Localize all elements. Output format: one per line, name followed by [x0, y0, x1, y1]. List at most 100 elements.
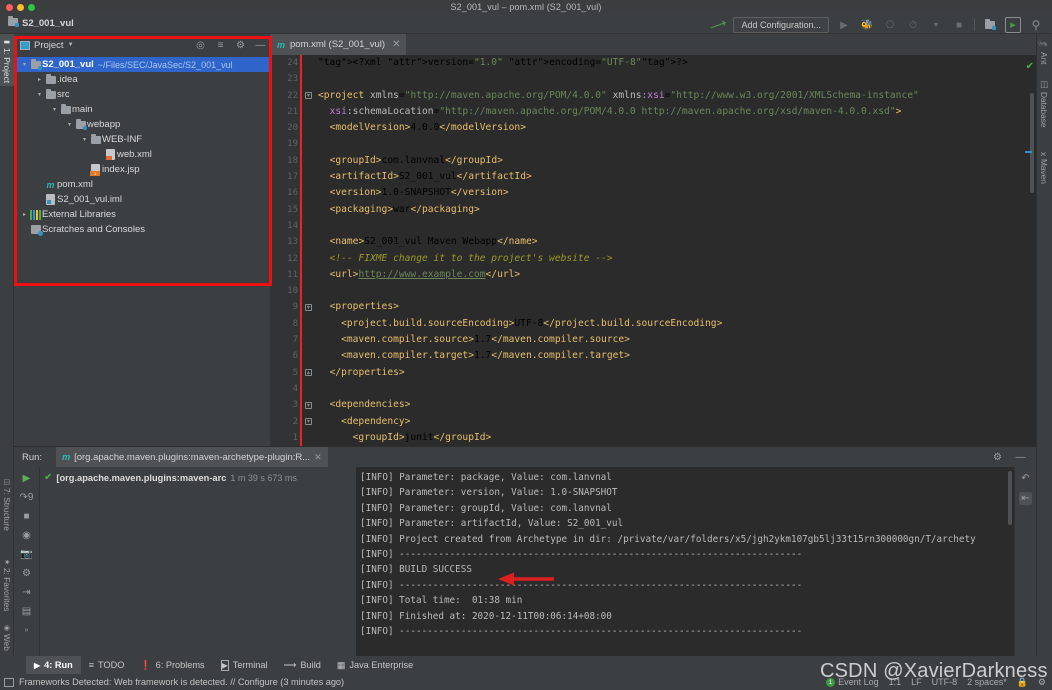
toggle-tasks-icon[interactable]: ◉ — [22, 529, 31, 541]
scratches-icon — [29, 225, 43, 236]
git-branch-icon[interactable]: ⚙ — [1038, 677, 1046, 688]
bottom-tab-todo[interactable]: ≡ TODO — [81, 656, 133, 674]
bottom-tab-terminal[interactable]: ▶ Terminal — [213, 656, 276, 674]
event-log-button[interactable]: 1 Event Log — [826, 677, 879, 687]
collapse-all-icon[interactable]: ≡ — [215, 40, 226, 51]
disclosure-triangle-icon[interactable]: ▸ — [20, 211, 29, 218]
chevron-down-icon[interactable]: ▼ — [928, 17, 944, 33]
bottom-tab-build[interactable]: ⟶ Build — [276, 656, 329, 674]
profiler-icon[interactable]: ⏱ — [905, 17, 921, 33]
sidebar-item-database[interactable]: ◫ Database — [1036, 76, 1052, 131]
xml-file-icon — [104, 149, 117, 160]
disclosure-triangle-icon[interactable]: ▸ — [35, 76, 44, 83]
tree-item-src[interactable]: ▾ src — [14, 87, 270, 102]
line-number: 3 — [292, 400, 298, 411]
status-message[interactable]: Frameworks Detected: Web framework is de… — [19, 677, 344, 687]
tree-item-s2-001-vul-iml[interactable]: S2_001_vul.iml — [14, 192, 270, 207]
close-icon[interactable]: ✕ — [314, 452, 322, 463]
line-separator[interactable]: LF — [911, 677, 922, 687]
sidebar-item-web[interactable]: ◉ Web — [0, 620, 14, 654]
scroll-to-end-icon[interactable]: ⇤ — [1019, 492, 1032, 505]
rerun-failed-icon[interactable]: ↷9 — [20, 491, 34, 503]
bottom-tab-label: 4: Run — [44, 660, 73, 670]
tree-item-s2-001-vul[interactable]: ▾ S2_001_vul ~/Files/SEC/JavaSec/S2_001_vu… — [14, 57, 270, 72]
caret-position[interactable]: 1:1 — [889, 677, 902, 687]
gear-icon[interactable]: ⚙ — [235, 40, 246, 51]
bottom-tab-problems[interactable]: ❗ 6: Problems — [132, 656, 212, 674]
run-tab[interactable]: m [org.apache.maven.plugins:maven-archet… — [56, 447, 328, 467]
tree-item-main[interactable]: ▾ main — [14, 102, 270, 117]
run-icon[interactable]: ▶ — [836, 17, 852, 33]
chevron-down-icon[interactable]: ▼ — [68, 42, 74, 48]
tree-item-webapp[interactable]: ▾ webapp — [14, 117, 270, 132]
editor-scrollbar-thumb[interactable] — [1030, 93, 1034, 193]
sidebar-item-favorites[interactable]: ★ 2: Favorites — [0, 554, 14, 614]
updating-project-icon[interactable] — [982, 17, 998, 33]
hide-icon[interactable]: — — [255, 40, 266, 51]
file-encoding[interactable]: UTF-8 — [932, 677, 958, 687]
bottom-tab-label: 6: Problems — [155, 660, 205, 670]
bottom-tab-java-enterprise[interactable]: ▦ Java Enterprise — [329, 656, 421, 674]
disclosure-triangle-icon[interactable]: ▾ — [65, 121, 74, 128]
add-configuration-button[interactable]: Add Configuration... — [733, 17, 829, 33]
gear-icon[interactable]: ⚙ — [992, 452, 1003, 463]
fold-marker-icon[interactable]: ▴ — [305, 369, 312, 376]
disclosure-triangle-icon[interactable]: ▾ — [35, 91, 44, 98]
fold-marker-icon[interactable]: ▾ — [305, 304, 312, 311]
sidebar-item-structure[interactable]: ◫ 7: Structure — [0, 474, 14, 534]
console-scrollbar-thumb[interactable] — [1008, 471, 1012, 525]
disclosure-triangle-icon[interactable]: ▾ — [20, 61, 29, 68]
hide-icon[interactable]: — — [1015, 452, 1026, 463]
code-editor[interactable]: 24 23 22 21 20 19 18 17 16 15 14 13 12 11 10 9 8 7 6 5 4 3 2 1 … — [270, 55, 1036, 446]
soft-wrap-icon[interactable]: ↶ — [1021, 473, 1029, 484]
tab-pom-xml[interactable]: m pom.xml (S2_001_vul) ✕ — [270, 34, 407, 55]
run-tree-node[interactable]: ✔ [org.apache.maven.plugins:maven-arc 1 … — [40, 470, 356, 485]
rerun-icon[interactable]: ▶ — [23, 472, 31, 484]
tree-item-pom-xml[interactable]: m pom.xml — [14, 177, 270, 192]
fold-marker-icon[interactable]: ▾ — [305, 418, 312, 425]
sidebar-item-project[interactable]: ▮ 1: Project — [0, 34, 14, 87]
export-icon[interactable]: ⇥ — [22, 586, 30, 598]
tree-item-web-inf[interactable]: ▾ WEB-INF — [14, 132, 270, 147]
fold-marker-icon[interactable]: ▾ — [305, 92, 312, 99]
run-tree[interactable]: ✔ [org.apache.maven.plugins:maven-arc 1 … — [40, 467, 356, 657]
lock-icon[interactable]: 🔒 — [1017, 677, 1028, 688]
terminal-icon[interactable]: ▶ — [1005, 17, 1021, 33]
locate-in-tree-icon[interactable]: ◎ — [195, 40, 206, 51]
project-window-title-group[interactable]: Project ▼ — [20, 40, 74, 51]
java-enterprise-icon: ▦ — [336, 659, 346, 670]
bottom-tab-run[interactable]: ▶ 4: Run — [26, 656, 81, 674]
expand-icon[interactable]: ▤ — [22, 605, 31, 617]
tree-item-web-xml[interactable]: web.xml — [14, 147, 270, 162]
stop-icon[interactable]: ■ — [23, 510, 29, 522]
project-tree[interactable]: ▾ S2_001_vul ~/Files/SEC/JavaSec/S2_001_vu… — [14, 56, 270, 446]
run-with-coverage-icon[interactable]: ⎔ — [882, 17, 898, 33]
search-everywhere-icon[interactable]: ⚲ — [1028, 17, 1044, 33]
tree-item-scratches-and-consoles[interactable]: Scratches and Consoles — [14, 222, 270, 237]
inspection-ok-icon[interactable]: ✔ — [1026, 61, 1034, 72]
ant-icon: 🐜 — [1039, 39, 1049, 50]
show-hide-toolwindow-icon[interactable] — [4, 677, 14, 687]
console-output[interactable]: [INFO] Parameter: package, Value: com.la… — [356, 467, 1014, 657]
code-text[interactable]: "tag"><?xml "attr">version="1.0" "attr">… — [314, 55, 1036, 446]
build-hammer-icon[interactable]: ⟶ — [708, 15, 729, 36]
tree-item--idea[interactable]: ▸ .idea — [14, 72, 270, 87]
jump-to-source-icon[interactable]: ⚙ — [22, 567, 31, 579]
code-folding-column[interactable]: ▾ ▾ ▴ ▾ ▾ — [302, 55, 314, 446]
close-icon[interactable]: ✕ — [392, 39, 400, 50]
tree-item-external-libraries[interactable]: ▸ External Libraries — [14, 207, 270, 222]
indent-setting[interactable]: 2 spaces* — [967, 677, 1007, 687]
fold-marker-icon[interactable]: ▾ — [305, 402, 312, 409]
editor-markup-scrollbar[interactable]: ✔ — [1022, 55, 1036, 446]
stop-icon[interactable]: ■ — [951, 17, 967, 33]
sidebar-item-maven[interactable]: x Maven — [1036, 149, 1052, 187]
maven-icon: x — [1039, 152, 1049, 157]
debug-icon[interactable]: 🐝 — [859, 17, 875, 33]
disclosure-triangle-icon[interactable]: ▾ — [50, 106, 59, 113]
sidebar-item-ant[interactable]: 🐜 Ant — [1036, 36, 1052, 68]
tree-item-index-jsp[interactable]: index.jsp — [14, 162, 270, 177]
disclosure-triangle-icon[interactable]: ▾ — [80, 136, 89, 143]
print-icon[interactable]: 📷 — [20, 548, 32, 560]
more-icon[interactable]: » — [25, 624, 29, 636]
